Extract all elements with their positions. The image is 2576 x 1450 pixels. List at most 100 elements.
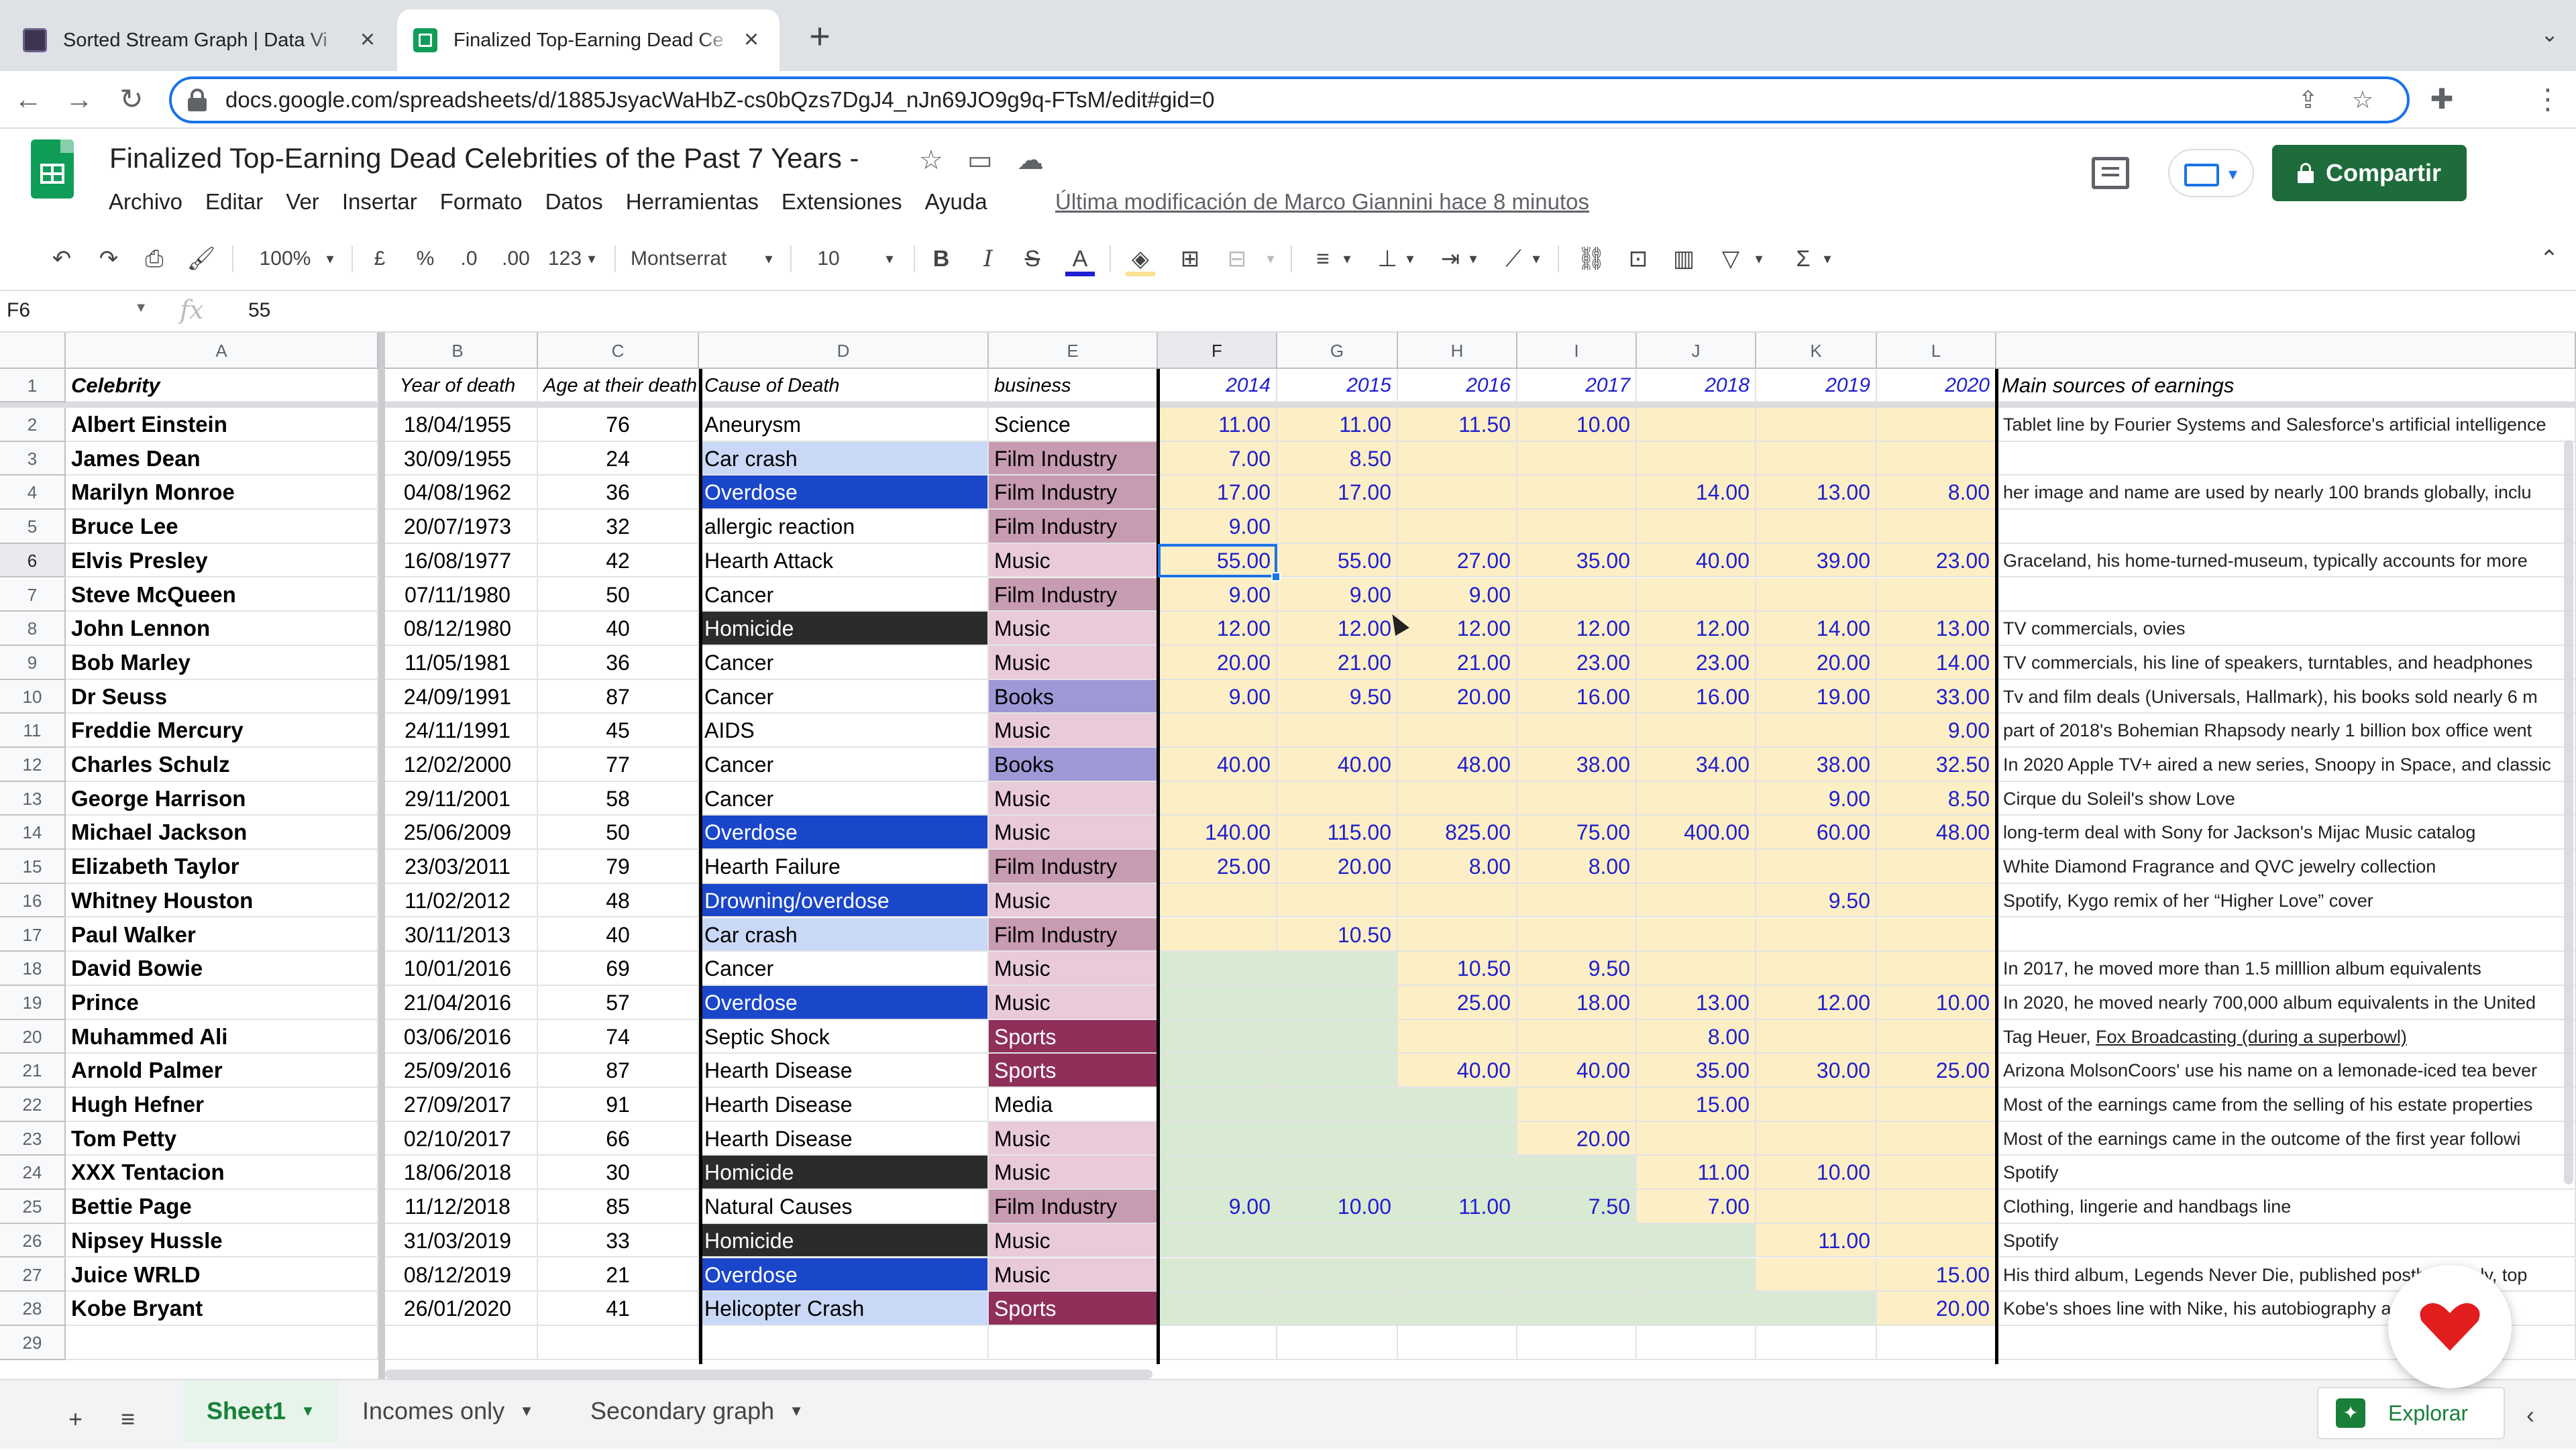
earnings-cell[interactable] bbox=[1398, 476, 1517, 510]
earnings-cell[interactable]: 7.00 bbox=[1158, 441, 1277, 476]
table-cell[interactable]: Film Industry bbox=[989, 577, 1158, 612]
explore-button[interactable]: ✦ Explorar bbox=[2317, 1387, 2505, 1439]
print-icon[interactable]: ⎙ bbox=[140, 243, 169, 275]
table-cell[interactable]: Film Industry bbox=[989, 510, 1158, 544]
earnings-cell[interactable] bbox=[1877, 850, 1996, 884]
earnings-cell[interactable] bbox=[1398, 1258, 1517, 1292]
table-cell[interactable]: 36 bbox=[538, 645, 699, 680]
earnings-cell[interactable]: 25.00 bbox=[1158, 850, 1277, 884]
table-cell[interactable]: Spotify bbox=[1996, 1156, 2576, 1190]
table-cell[interactable]: 11/02/2012 bbox=[378, 883, 538, 918]
celebrity-name-cell[interactable]: Whitney Houston bbox=[66, 883, 378, 918]
celebrity-name-cell[interactable]: Dr Seuss bbox=[66, 679, 378, 714]
table-cell[interactable]: Music bbox=[989, 883, 1158, 918]
row-header[interactable]: 16 bbox=[0, 883, 66, 918]
table-cell[interactable]: 79 bbox=[538, 850, 699, 884]
earnings-cell[interactable]: 115.00 bbox=[1277, 816, 1398, 850]
column-header[interactable] bbox=[1996, 333, 2576, 369]
row-header[interactable]: 24 bbox=[0, 1156, 66, 1190]
header-cell[interactable]: 2016 bbox=[1398, 369, 1517, 402]
row-header[interactable]: 9 bbox=[0, 645, 66, 680]
earnings-cell[interactable] bbox=[1517, 781, 1637, 816]
row-header[interactable]: 29 bbox=[0, 1325, 66, 1360]
present-button[interactable]: ▾ bbox=[2168, 149, 2254, 197]
earnings-cell[interactable]: 9.00 bbox=[1158, 679, 1277, 714]
earnings-cell[interactable]: 9.00 bbox=[1877, 714, 1996, 748]
last-modified-link[interactable]: Última modificación de Marco Giannini ha… bbox=[1055, 189, 1589, 215]
column-header[interactable]: B bbox=[378, 333, 538, 369]
table-cell[interactable]: Car crash bbox=[699, 441, 989, 476]
celebrity-name-cell[interactable]: Elvis Presley bbox=[66, 543, 378, 578]
earnings-cell[interactable] bbox=[1158, 1088, 1277, 1122]
row-header[interactable]: 4 bbox=[0, 476, 66, 510]
table-cell[interactable] bbox=[538, 1325, 699, 1360]
earnings-cell[interactable] bbox=[1756, 441, 1877, 476]
table-cell[interactable]: Helicopter Crash bbox=[699, 1292, 989, 1326]
earnings-cell[interactable]: 12.00 bbox=[1398, 612, 1517, 646]
bold-button[interactable]: B bbox=[930, 243, 953, 275]
row-header[interactable]: 15 bbox=[0, 850, 66, 884]
earnings-cell[interactable]: 34.00 bbox=[1637, 748, 1756, 782]
row-header[interactable]: 7 bbox=[0, 577, 66, 612]
lock-icon[interactable] bbox=[188, 89, 207, 111]
table-cell[interactable]: 03/06/2016 bbox=[378, 1019, 538, 1054]
header-cell[interactable]: 2015 bbox=[1277, 369, 1398, 402]
side-panel-chevron-icon[interactable]: ‹ bbox=[2520, 1384, 2541, 1446]
earnings-cell[interactable]: 8.00 bbox=[1398, 850, 1517, 884]
extensions-puzzle-icon[interactable]: ✚ bbox=[2423, 80, 2461, 118]
functions-sigma-icon[interactable]: Σ bbox=[1788, 243, 1818, 275]
earnings-cell[interactable]: 12.00 bbox=[1277, 612, 1398, 646]
table-cell[interactable]: Tv and film deals (Universals, Hallmark)… bbox=[1996, 679, 2576, 714]
celebrity-name-cell[interactable]: Tom Petty bbox=[66, 1121, 378, 1156]
earnings-cell[interactable]: 9.50 bbox=[1517, 952, 1637, 986]
earnings-cell[interactable] bbox=[1517, 714, 1637, 748]
earnings-cell[interactable] bbox=[1277, 1292, 1398, 1326]
row-header[interactable]: 17 bbox=[0, 917, 66, 952]
table-cell[interactable]: 29/11/2001 bbox=[378, 781, 538, 816]
earnings-cell[interactable]: 14.00 bbox=[1877, 645, 1996, 680]
chevron-down-icon[interactable]: ▾ bbox=[1402, 243, 1418, 275]
table-cell[interactable]: 32 bbox=[538, 510, 699, 544]
earnings-cell[interactable]: 10.00 bbox=[1517, 408, 1637, 442]
row-header[interactable]: 6 bbox=[0, 543, 66, 578]
earnings-cell[interactable] bbox=[1637, 1258, 1756, 1292]
celebrity-name-cell[interactable]: Marilyn Monroe bbox=[66, 476, 378, 510]
earnings-cell[interactable]: 23.00 bbox=[1637, 645, 1756, 680]
insert-chart-icon[interactable]: ▥ bbox=[1669, 243, 1699, 275]
header-cell[interactable]: 2017 bbox=[1517, 369, 1637, 402]
table-cell[interactable]: Most of the earnings came in the outcome… bbox=[1996, 1121, 2576, 1156]
earnings-cell[interactable] bbox=[1637, 441, 1756, 476]
earnings-cell[interactable]: 8.00 bbox=[1877, 476, 1996, 510]
table-cell[interactable]: Hearth Disease bbox=[699, 1054, 989, 1088]
earnings-cell[interactable] bbox=[1277, 714, 1398, 748]
decrease-decimals-button[interactable]: .0 bbox=[453, 243, 484, 275]
horizontal-scrollbar[interactable] bbox=[385, 1370, 1152, 1379]
earnings-cell[interactable] bbox=[1517, 441, 1637, 476]
table-cell[interactable]: Music bbox=[989, 1156, 1158, 1190]
table-cell[interactable]: 66 bbox=[538, 1121, 699, 1156]
sheet-tab-secondary-graph[interactable]: Secondary graph ▼ bbox=[568, 1380, 826, 1442]
earnings-cell[interactable] bbox=[1517, 577, 1637, 612]
earnings-cell[interactable] bbox=[1877, 408, 1996, 442]
earnings-cell[interactable] bbox=[1158, 714, 1277, 748]
table-cell[interactable]: 26/01/2020 bbox=[378, 1292, 538, 1326]
row-header[interactable]: 13 bbox=[0, 781, 66, 816]
earnings-cell[interactable]: 13.00 bbox=[1756, 476, 1877, 510]
table-cell[interactable]: Music bbox=[989, 645, 1158, 680]
table-cell[interactable]: Tablet line by Fourier Systems and Sales… bbox=[1996, 408, 2576, 442]
celebrity-name-cell[interactable]: Albert Einstein bbox=[66, 408, 378, 442]
table-cell[interactable]: Hearth Disease bbox=[699, 1088, 989, 1122]
table-cell[interactable]: 24 bbox=[538, 441, 699, 476]
earnings-cell[interactable] bbox=[1637, 781, 1756, 816]
earnings-cell[interactable] bbox=[1877, 1088, 1996, 1122]
column-header[interactable]: L bbox=[1877, 333, 1996, 369]
table-cell[interactable]: 24/11/1991 bbox=[378, 714, 538, 748]
earnings-cell[interactable] bbox=[1158, 1325, 1277, 1360]
table-cell[interactable]: Tag Heuer, Fox Broadcasting (during a su… bbox=[1996, 1019, 2576, 1054]
earnings-cell[interactable]: 38.00 bbox=[1756, 748, 1877, 782]
table-cell[interactable]: Music bbox=[989, 781, 1158, 816]
menu-formato[interactable]: Formato bbox=[440, 189, 523, 215]
earnings-cell[interactable]: 14.00 bbox=[1756, 612, 1877, 646]
table-cell[interactable]: 10/01/2016 bbox=[378, 952, 538, 986]
earnings-cell[interactable]: 20.00 bbox=[1517, 1121, 1637, 1156]
